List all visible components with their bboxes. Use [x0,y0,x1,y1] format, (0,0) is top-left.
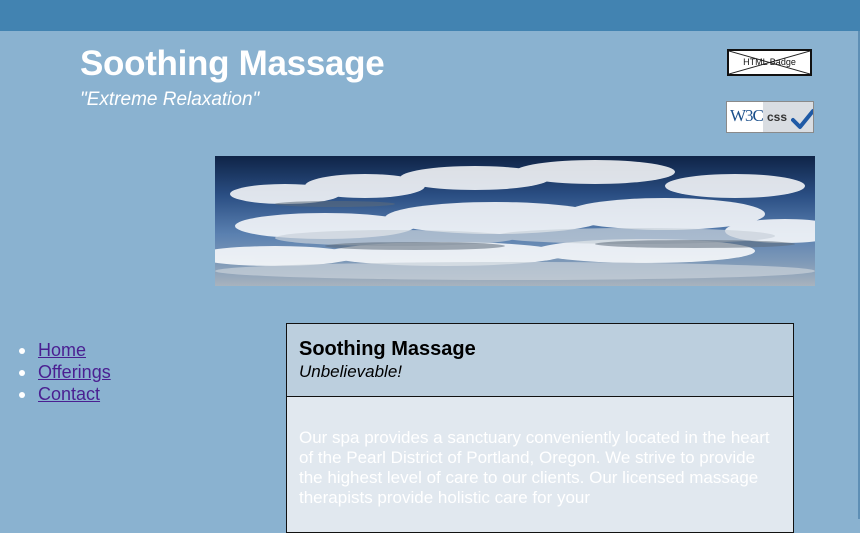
top-bar [0,0,860,31]
nav-link-home[interactable]: Home [38,340,86,360]
nav-link-contact[interactable]: Contact [38,384,100,404]
sky-banner-image [215,156,815,286]
nav-link-offerings[interactable]: Offerings [38,362,111,382]
content-title: Soothing Massage [299,338,476,360]
checkmark-icon [791,109,813,129]
site-tagline: "Extreme Relaxation" [80,89,260,110]
content-subtitle: Unbelievable! [299,362,403,381]
nav-item-contact: Contact [16,384,111,406]
nav-list: Home Offerings Contact [16,340,111,406]
nav-item-home: Home [16,340,111,362]
site-title: Soothing Massage [80,44,385,83]
main-content: Soothing Massage Unbelievable! Our spa p… [286,323,794,533]
w3c-css-badge[interactable]: W3C css [726,101,814,133]
html-badge-icon[interactable]: HTML Badge [727,49,812,76]
content-header: Soothing Massage Unbelievable! [287,324,793,397]
css-badge-label: css [767,110,788,124]
clouds-icon [215,160,815,280]
nav-item-offerings: Offerings [16,362,111,384]
html-badge-label: HTML Badge [743,57,796,67]
content-body-text: Our spa provides a sanctuary convenientl… [299,428,770,507]
w3c-logo: W3C [730,106,764,125]
